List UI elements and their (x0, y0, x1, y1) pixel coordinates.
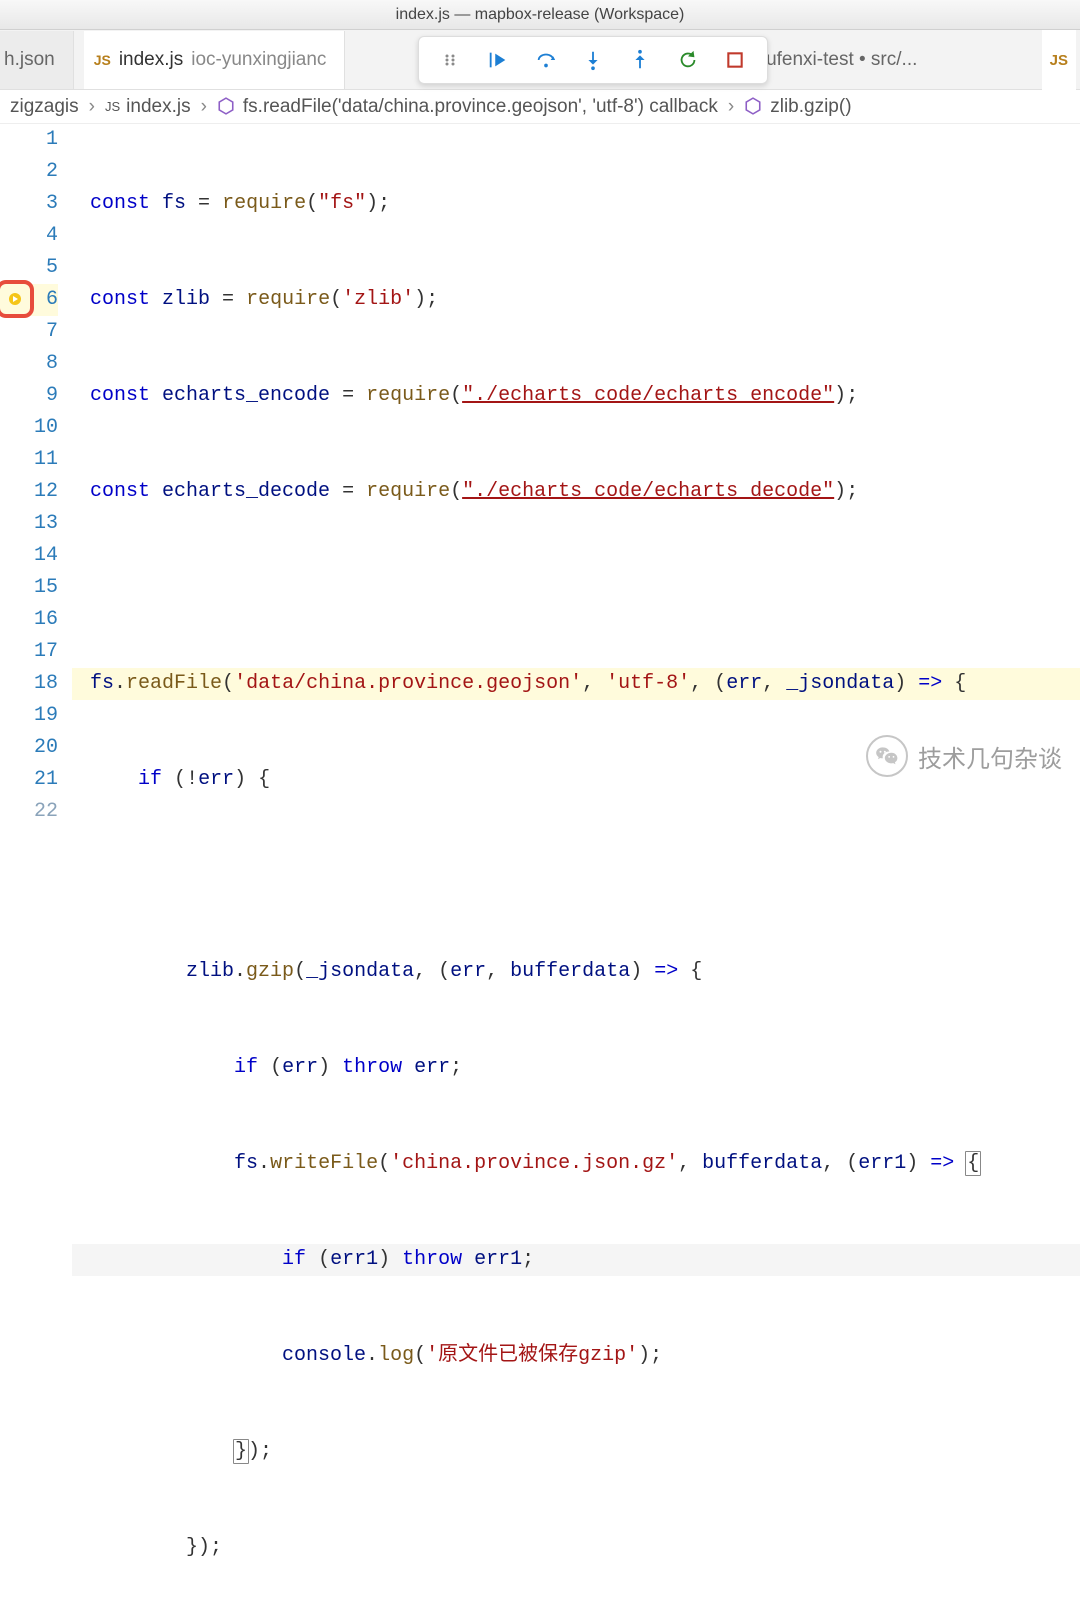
tab-right[interactable]: uzhufenxi-test • src/... (715, 49, 1080, 71)
chevron-right-icon: › (201, 96, 207, 118)
line-number: 21 (34, 768, 58, 791)
titlebar: index.js — mapbox-release (Workspace) (0, 0, 1080, 30)
line-number: 4 (46, 224, 58, 247)
step-out-icon[interactable] (628, 48, 652, 72)
code-line: const echarts_decode = require("./echart… (72, 476, 1080, 508)
line-number: 12 (34, 480, 58, 503)
chevron-right-icon: › (728, 96, 734, 118)
tab-current[interactable]: JS index.js ioc-yunxingjianc (84, 31, 346, 89)
line-number: 14 (34, 544, 58, 567)
js-icon: JS (105, 99, 120, 114)
code-line: const echarts_encode = require("./echart… (72, 380, 1080, 412)
line-number: 11 (34, 448, 58, 471)
stop-icon[interactable] (723, 48, 747, 72)
code-line-current: fs.readFile('data/china.province.geojson… (72, 668, 1080, 700)
breadcrumb-seg[interactable]: index.js (126, 96, 190, 118)
line-number: 15 (34, 576, 58, 599)
line-number: 17 (34, 640, 58, 663)
debug-toolbar (418, 36, 768, 84)
line-number: 22 (34, 800, 58, 823)
tab-bar: h.json JS index.js ioc-yunxingjianc uzhu… (0, 30, 1080, 90)
tab-filename: index.js (119, 49, 183, 71)
step-over-icon[interactable] (534, 48, 558, 72)
continue-icon[interactable] (486, 48, 510, 72)
code-line: zlib.gzip(_jsondata, (err, bufferdata) =… (72, 956, 1080, 988)
line-number: 6 (46, 288, 58, 311)
code-line: if (err) throw err; (72, 1052, 1080, 1084)
line-number: 1 (46, 128, 58, 151)
line-number: 8 (46, 352, 58, 375)
tab-label: h.json (4, 49, 55, 71)
watermark: 技术几句杂谈 (866, 735, 1062, 777)
line-number: 18 (34, 672, 58, 695)
line-number: 5 (46, 256, 58, 279)
code-line: const fs = require("fs"); (72, 188, 1080, 220)
tab-suffix: ioc-yunxingjianc (191, 49, 326, 71)
breadcrumb-seg[interactable]: zigzagis (10, 96, 79, 118)
tab-right-badge[interactable]: JS (1042, 30, 1076, 90)
code-editor[interactable]: 1 2 3 4 5 6 7 8 9 10 11 12 13 14 15 16 1… (0, 124, 1080, 1602)
step-into-icon[interactable] (581, 48, 605, 72)
gutter[interactable]: 1 2 3 4 5 6 7 8 9 10 11 12 13 14 15 16 1… (0, 124, 72, 1602)
chevron-right-icon: › (89, 96, 95, 118)
code-line: const zlib = require('zlib'); (72, 284, 1080, 316)
line-number: 3 (46, 192, 58, 215)
line-number: 13 (34, 512, 58, 535)
window-title: index.js — mapbox-release (Workspace) (396, 6, 685, 24)
symbol-method-icon (744, 97, 764, 117)
line-number: 9 (46, 384, 58, 407)
code-line: console.log('原文件已被保存gzip'); (72, 1340, 1080, 1372)
line-number: 19 (34, 704, 58, 727)
drag-handle-icon[interactable] (439, 48, 463, 72)
breadcrumb-seg[interactable]: fs.readFile('data/china.province.geojson… (243, 96, 718, 118)
line-number: 10 (34, 416, 58, 439)
line-number: 2 (46, 160, 58, 183)
breadcrumb-seg[interactable]: zlib.gzip() (770, 96, 851, 118)
js-icon: JS (94, 52, 111, 68)
current-execution-icon[interactable] (0, 280, 34, 318)
watermark-text: 技术几句杂谈 (918, 739, 1062, 774)
line-number: 7 (46, 320, 58, 343)
code-line: if (err1) throw err1; (72, 1244, 1080, 1276)
restart-icon[interactable] (676, 48, 700, 72)
code-line: }); (72, 1436, 1080, 1468)
code-line (72, 860, 1080, 892)
breadcrumb[interactable]: zigzagis › JS index.js › fs.readFile('da… (0, 90, 1080, 124)
tab-partial-left[interactable]: h.json (0, 31, 74, 89)
js-icon: JS (1050, 52, 1068, 69)
line-number: 20 (34, 736, 58, 759)
wechat-icon (866, 735, 908, 777)
symbol-method-icon (217, 97, 237, 117)
line-number: 16 (34, 608, 58, 631)
code-line: fs.writeFile('china.province.json.gz', b… (72, 1148, 1080, 1180)
code-area[interactable]: const fs = require("fs"); const zlib = r… (72, 124, 1080, 1602)
code-line (72, 572, 1080, 604)
code-line: }); (72, 1532, 1080, 1564)
